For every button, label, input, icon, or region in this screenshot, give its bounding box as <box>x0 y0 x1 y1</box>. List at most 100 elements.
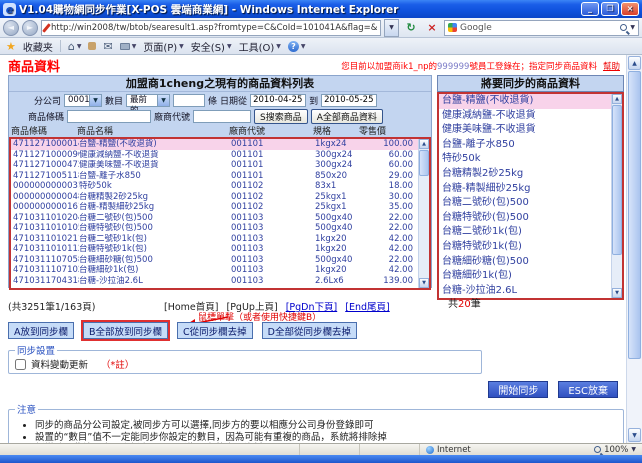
favorites-star-icon[interactable]: ★ <box>6 40 16 53</box>
cancel-button[interactable]: ESC放棄 <box>558 381 618 398</box>
close-button[interactable]: × <box>621 2 639 16</box>
printer-icon <box>120 43 130 50</box>
filter-row-1: 分公司 0001▼ 數目 最前的▼ 條 日期從 到 <box>9 92 431 108</box>
count-input[interactable] <box>173 94 205 107</box>
list-item[interactable]: 台糖特號砂(包)500 <box>439 211 622 226</box>
data-update-label: 資料變動更新 <box>31 357 88 371</box>
table-row[interactable]: 4710311010112台糖特號砂1k(包)0011031kgx2042.00 <box>11 244 429 255</box>
table-row[interactable]: 0000000000048台糖精製2砂25kg00110225kgx130.00 <box>11 192 429 203</box>
help-link[interactable]: 幫助 <box>603 62 620 72</box>
page-scrollbar[interactable]: ▲ ▼ <box>626 55 642 443</box>
note-item: 同步的商品分公司設定,被同步方可以選擇,同步方的要以相應分公司身份登錄即可 <box>35 420 617 432</box>
window-titlebar: e V1.04購物網同步作業[X-POS 雲端商業網] - Windows In… <box>0 0 642 18</box>
sync-settings-fieldset: 同步設置 資料變動更新 （*註） <box>8 343 482 374</box>
list-item[interactable]: 台鹽-精鹽(不收退貨) <box>439 94 622 109</box>
sync-panel-title: 將要同步的商品資料 <box>437 75 624 92</box>
safety-menu[interactable]: 安全(S)▼ <box>191 39 232 54</box>
status-bar: Internet 100% ▼ <box>0 443 642 455</box>
notes-list: 同步的商品分公司設定,被同步方可以選擇,同步方的要以相應分公司身份登錄即可設置的… <box>35 420 617 443</box>
scroll-up-icon[interactable]: ▲ <box>419 139 429 149</box>
windows-taskbar-edge[interactable] <box>0 455 642 463</box>
date-from-input[interactable] <box>250 94 306 107</box>
minimize-button[interactable]: _ <box>581 2 599 16</box>
col-name: 商品名稱 <box>77 124 229 137</box>
search-options-dropdown[interactable]: ▼ <box>630 24 635 31</box>
zoom-control[interactable]: 100% ▼ <box>588 445 642 455</box>
page-menu[interactable]: 页面(P)▼ <box>143 39 183 54</box>
table-row[interactable]: 4710311107102台糖細砂1k(包)0011031kgx2042.00 <box>11 265 429 276</box>
forward-button[interactable]: ► <box>22 20 38 36</box>
table-row[interactable]: 4710311704318台糖-沙拉油2.6L0011032.6Lx6139.0… <box>11 276 429 287</box>
table-row[interactable]: 4711271005118台鹽-離子水850001101850x2029.00 <box>11 171 429 182</box>
list-item[interactable]: 台糖細砂1k(包) <box>439 269 622 284</box>
read-mail-icon[interactable]: ✉ <box>103 40 112 53</box>
stop-button[interactable]: × <box>423 19 441 37</box>
table-row[interactable]: 4710311107058台糖細砂糖(包)500001103500gx4022.… <box>11 255 429 266</box>
back-button[interactable]: ◄ <box>3 20 19 36</box>
maximize-button[interactable]: ❐ <box>601 2 619 16</box>
table-scrollbar[interactable]: ▲ ▼ <box>418 139 429 288</box>
list-item[interactable]: 台糖特號砂1k(包) <box>439 240 622 255</box>
remove-from-sync-button[interactable]: C從同步欄去掉 <box>177 322 253 339</box>
help-menu[interactable]: ?▼ <box>288 41 306 52</box>
col-barcode: 商品條碼 <box>11 124 77 137</box>
list-item[interactable]: 台糖-精製細砂25kg <box>439 182 622 197</box>
scroll-up-icon[interactable]: ▲ <box>612 94 622 104</box>
product-list-panel: 加盟商1cheng之現有的商品資料列表 分公司 0001▼ 數目 最前的▼ 條 … <box>8 75 432 288</box>
add-all-to-sync-button[interactable]: B全部放到同步欄 <box>83 322 168 339</box>
favorites-button[interactable]: 收藏夹 <box>23 39 53 54</box>
address-input[interactable]: http://win2008/tw/btob/searesult1.asp?fr… <box>41 20 381 36</box>
list-item[interactable]: 台鹽-離子水850 <box>439 138 622 153</box>
vendor-input[interactable] <box>193 110 251 123</box>
list-item[interactable]: 健康減納鹽-不收退貨 <box>439 109 622 124</box>
list-item[interactable]: 台糖精製2砂25kg <box>439 167 622 182</box>
list-item[interactable]: 健康美味鹽-不收退貨 <box>439 123 622 138</box>
scroll-up-icon[interactable]: ▲ <box>628 56 641 70</box>
branch-select[interactable]: 0001▼ <box>64 94 102 107</box>
list-item[interactable]: 台糖二號砂(包)500 <box>439 196 622 211</box>
search-input[interactable]: Google ▼ <box>444 20 639 36</box>
scrollbar-thumb[interactable] <box>612 105 622 255</box>
table-row[interactable]: 4711271000472健康美味鹽-不收退貨001101300gx2460.0… <box>11 160 429 171</box>
feeds-icon[interactable] <box>88 42 96 50</box>
table-row[interactable]: 4710311010204台糖二號砂(包)500001103500gx4022.… <box>11 213 429 224</box>
product-table: 4711271000014台鹽-精鹽(不收退貨)0011011kgx24100.… <box>9 137 431 290</box>
scroll-down-icon[interactable]: ▼ <box>612 288 622 298</box>
sync-list-scrollbar[interactable]: ▲ ▼ <box>611 94 622 298</box>
refresh-button[interactable]: ↻ <box>402 19 420 37</box>
search-icon[interactable] <box>620 24 627 31</box>
table-row[interactable]: 0000000000161台糖-精製細砂25kg00110225kgx135.0… <box>11 202 429 213</box>
browser-window: e V1.04購物網同步作業[X-POS 雲端商業網] - Windows In… <box>0 0 642 463</box>
tools-menu[interactable]: 工具(O)▼ <box>239 39 281 54</box>
table-row[interactable]: 0000000000031特砂50k00110283x118.00 <box>11 181 429 192</box>
scroll-down-icon[interactable]: ▼ <box>628 428 641 442</box>
table-row[interactable]: 4710311010211台糖二號砂1k(包)0011031kgx2042.00 <box>11 234 429 245</box>
scrollbar-thumb[interactable] <box>419 150 429 176</box>
search-products-button[interactable]: S搜索商品 <box>254 109 308 124</box>
all-products-button[interactable]: A全部商品資料 <box>311 109 383 124</box>
table-row[interactable]: 4711271000014台鹽-精鹽(不收退貨)0011011kgx24100.… <box>11 139 429 150</box>
date-to-input[interactable] <box>321 94 377 107</box>
scroll-down-icon[interactable]: ▼ <box>419 278 429 288</box>
barcode-input[interactable] <box>67 110 151 123</box>
list-item[interactable]: 台糖細砂糖(包)500 <box>439 255 622 270</box>
login-notice: 您目前以加盟商ik1_np的999999號員工登錄在；指定同步商品資料幫助 <box>341 60 620 72</box>
col-spec: 規格 <box>313 124 359 137</box>
sync-list: 台鹽-精鹽(不收退貨)健康減納鹽-不收退貨健康美味鹽-不收退貨台鹽-離子水850… <box>437 92 624 300</box>
print-button[interactable]: ▼ <box>120 43 137 50</box>
barcode-label: 商品條碼 <box>28 110 64 123</box>
add-to-sync-button[interactable]: A放到同步欄 <box>8 322 74 339</box>
count-select[interactable]: 最前的▼ <box>126 94 170 107</box>
list-item[interactable]: 台糖二號砂1k(包) <box>439 225 622 240</box>
nav-end[interactable]: [End尾頁] <box>345 302 389 313</box>
list-item[interactable]: 特砂50k <box>439 152 622 167</box>
home-button[interactable]: ⌂▼ <box>68 40 82 53</box>
data-update-checkbox[interactable] <box>15 359 26 370</box>
table-row[interactable]: 4711271000090健康減納鹽-不收退貨001101300gx2460.0… <box>11 150 429 161</box>
col-vendor: 廠商代號 <box>229 124 313 137</box>
address-dropdown[interactable]: ▼ <box>384 19 399 37</box>
remove-all-from-sync-button[interactable]: D全部從同步欄去掉 <box>262 322 357 339</box>
scrollbar-thumb[interactable] <box>628 71 641 359</box>
start-sync-button[interactable]: 開始同步 <box>488 381 548 398</box>
table-row[interactable]: 4710311010105台糖特號砂(包)500001103500gx4022.… <box>11 223 429 234</box>
